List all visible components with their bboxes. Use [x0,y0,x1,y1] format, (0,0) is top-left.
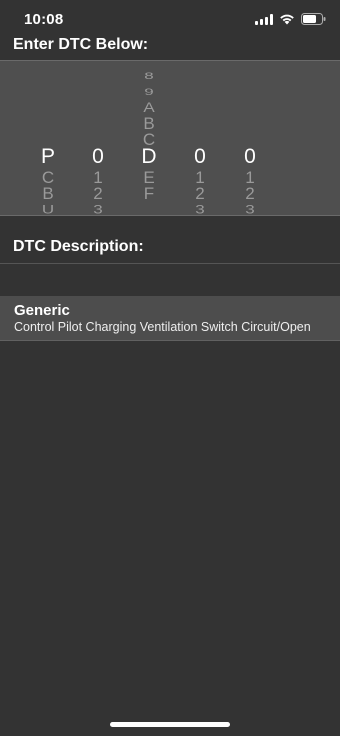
picker-column-system[interactable]: PCBU [33,61,63,216]
picker-option[interactable]: F [134,185,164,203]
dtc-result-row[interactable]: Generic Control Pilot Charging Ventilati… [0,296,340,341]
status-time: 10:08 [24,11,64,28]
picker-option[interactable]: 3 [83,203,113,215]
result-title: Generic [14,302,70,319]
picker-option[interactable]: 3 [185,203,215,215]
dtc-description-heading: DTC Description: [13,238,144,255]
picker-selected-value[interactable]: 0 [185,146,215,168]
wifi-icon [279,13,295,25]
picker-column-digit-4[interactable]: 0123 [235,61,265,216]
picker-option[interactable]: 2 [83,185,113,203]
home-indicator [110,722,230,727]
picker-selected-value[interactable]: P [33,146,63,168]
picker-option[interactable]: 8 [134,71,164,81]
enter-dtc-heading: Enter DTC Below: [13,36,149,53]
picker-selected-value[interactable]: 0 [83,146,113,168]
picker-column-digit-3[interactable]: 0123 [185,61,215,216]
picker-option[interactable]: U [33,203,63,215]
picker-option[interactable]: 9 [134,87,164,97]
status-bar: 10:08 [0,0,340,34]
picker-column-digit-2[interactable]: 89ABCDEF [134,61,164,215]
cellular-signal-icon [255,13,273,25]
dtc-picker[interactable]: PCBU012389ABCDEF01230123 [0,60,340,216]
status-icons [255,13,326,25]
picker-selected-value[interactable]: 0 [235,146,265,168]
picker-option[interactable]: 3 [235,203,265,215]
separator [0,263,340,264]
picker-column-digit-1[interactable]: 0123 [83,61,113,216]
picker-option[interactable]: 2 [185,185,215,203]
battery-icon [301,13,326,25]
picker-selected-value[interactable]: D [134,146,164,168]
picker-option[interactable]: B [33,185,63,203]
result-description: Control Pilot Charging Ventilation Switc… [14,320,311,334]
picker-option[interactable]: 2 [235,185,265,203]
